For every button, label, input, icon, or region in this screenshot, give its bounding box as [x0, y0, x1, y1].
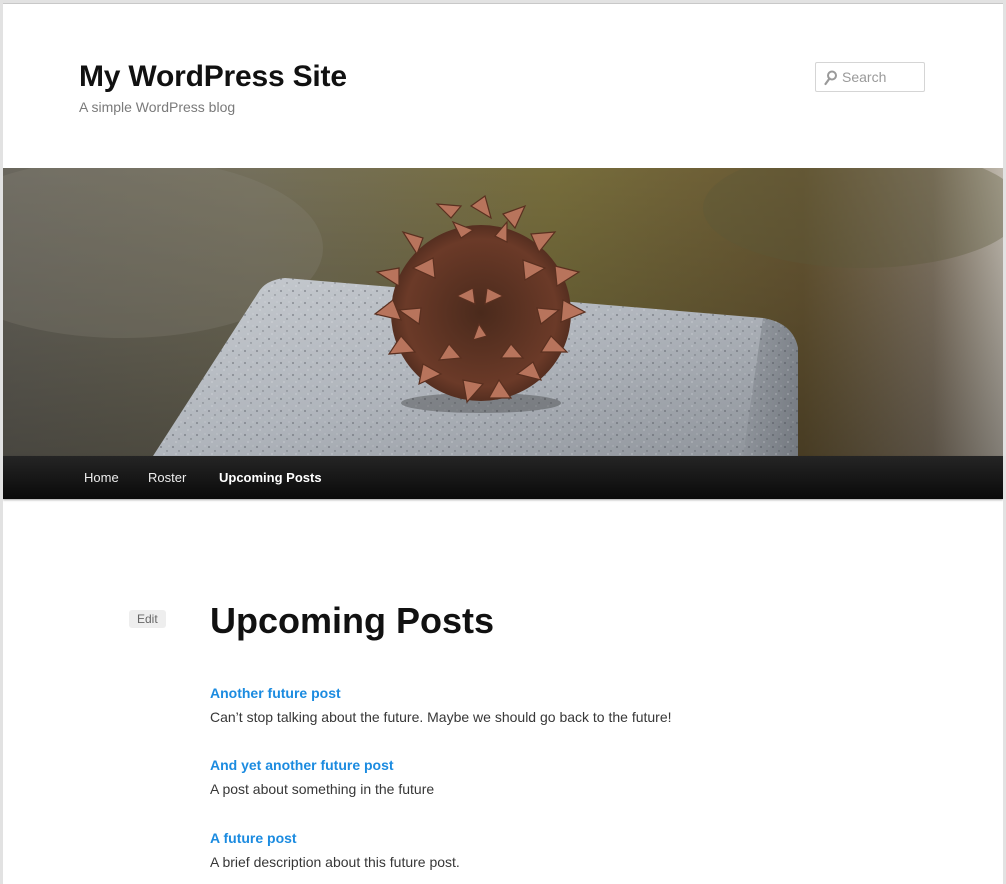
post-item: And yet another future post A post about…: [210, 756, 910, 798]
post-excerpt: A brief description about this future po…: [210, 854, 460, 870]
post-title-link[interactable]: Another future post: [210, 684, 910, 702]
post-excerpt: A post about something in the future: [210, 781, 435, 797]
post-title-link[interactable]: A future post: [210, 829, 910, 847]
header-image: [3, 168, 1003, 456]
site-description: A simple WordPress blog: [79, 99, 236, 115]
page-title: Upcoming Posts: [210, 600, 495, 641]
site-title[interactable]: My WordPress Site: [79, 60, 347, 94]
search-box[interactable]: [815, 62, 925, 92]
post-title-link[interactable]: And yet another future post: [210, 756, 910, 774]
main-nav: Home Roster Upcoming Posts: [3, 456, 1003, 499]
nav-item-upcoming-posts[interactable]: Upcoming Posts: [219, 470, 322, 485]
nav-item-roster[interactable]: Roster: [148, 470, 186, 485]
search-icon: [824, 70, 837, 86]
search-input[interactable]: [842, 67, 920, 87]
page-container: My WordPress Site A simple WordPress blo…: [3, 3, 1003, 884]
post-item: Another future post Can’t stop talking a…: [210, 684, 910, 726]
post-excerpt: Can’t stop talking about the future. May…: [210, 709, 672, 725]
nav-item-home[interactable]: Home: [84, 470, 119, 485]
post-item: A future post A brief description about …: [210, 829, 910, 871]
edit-button[interactable]: Edit: [129, 610, 166, 628]
